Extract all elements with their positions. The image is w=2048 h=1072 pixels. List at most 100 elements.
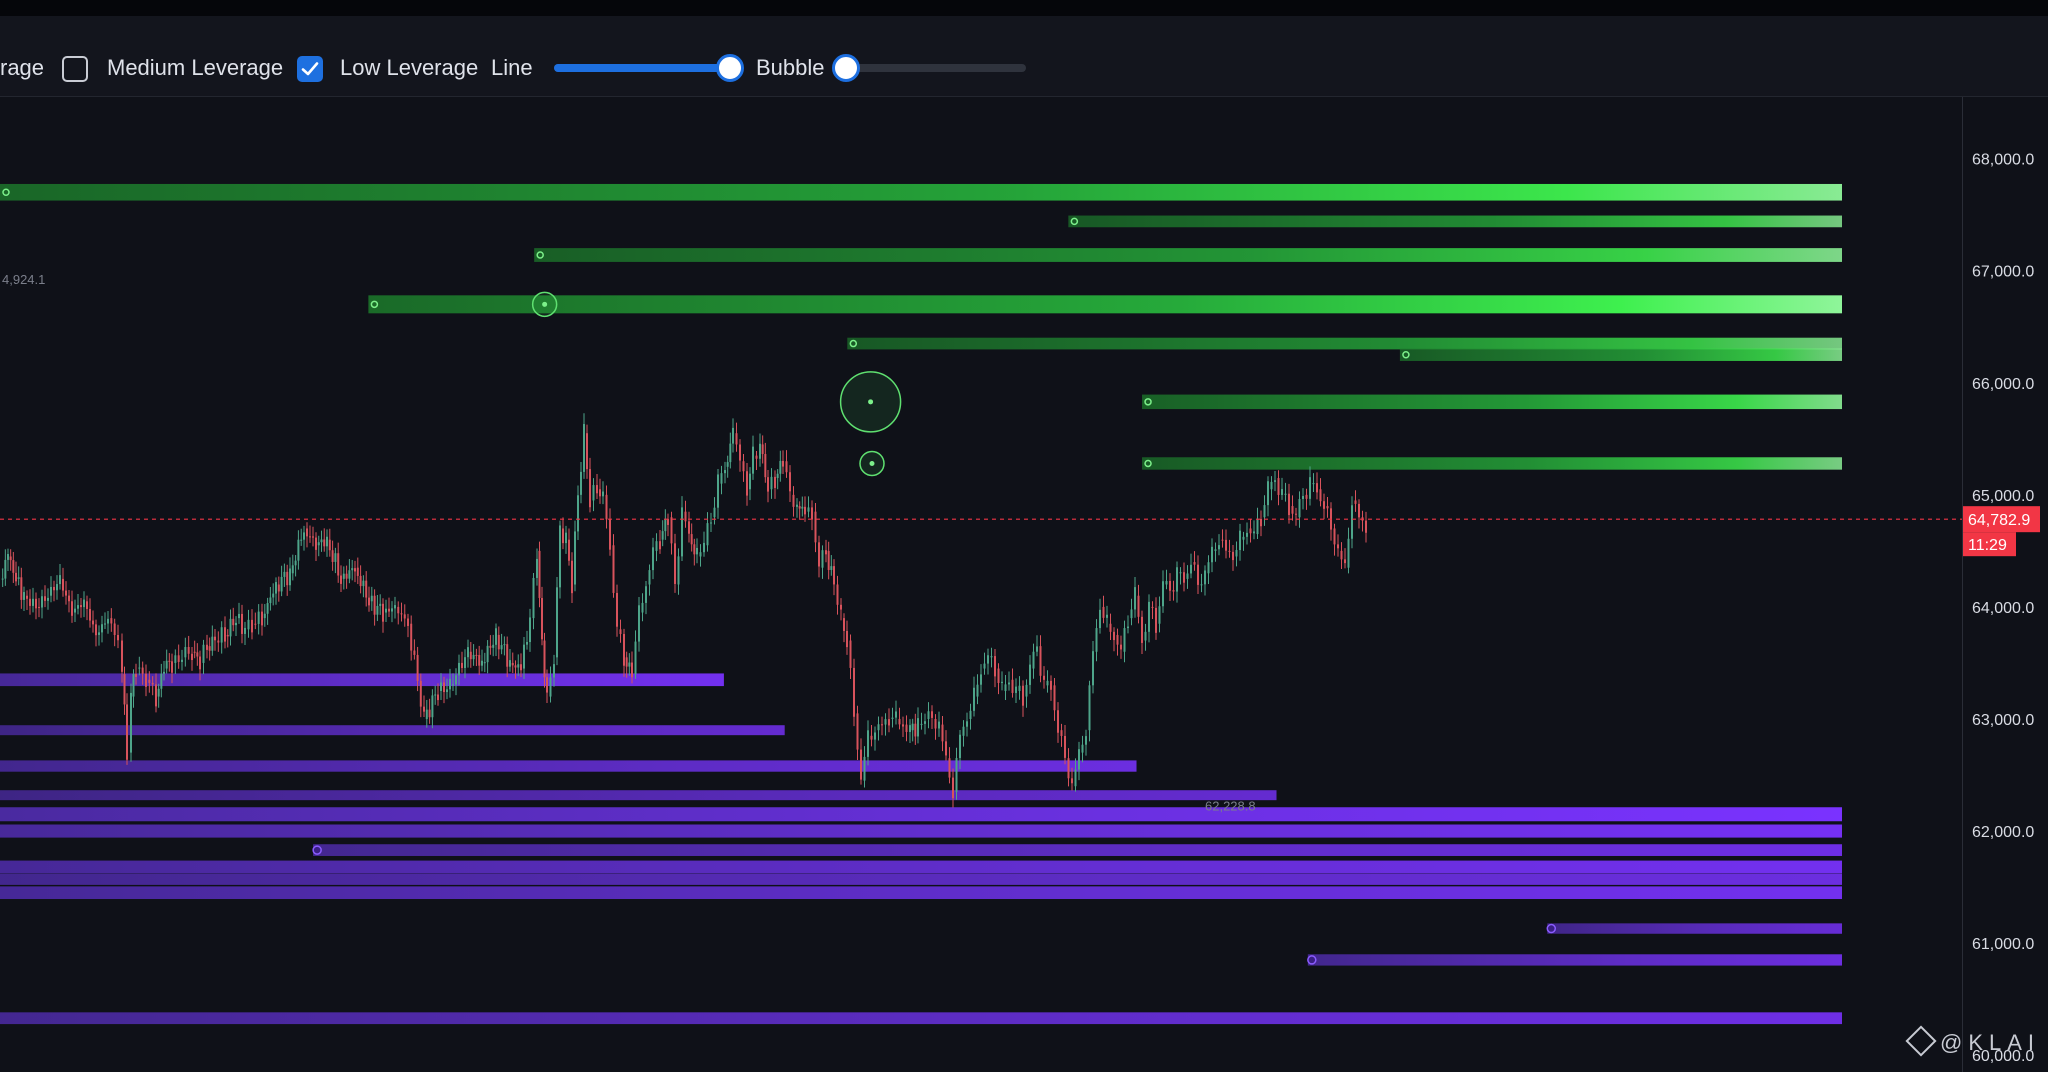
- candle-body: [117, 634, 119, 641]
- current-price-tag: 64,782.9 11:29: [1962, 506, 2040, 557]
- candle-body: [1235, 550, 1238, 557]
- long-level-bar: [1142, 457, 1842, 470]
- candle-body: [1120, 644, 1122, 650]
- candle-body: [481, 660, 483, 666]
- candle-body: [214, 636, 216, 641]
- candle-body: [592, 485, 595, 501]
- candle-body: [619, 629, 622, 635]
- price-axis-tick-label: 65,000.0: [1972, 488, 2034, 505]
- candle-body: [257, 611, 260, 624]
- candle-body: [546, 677, 548, 693]
- candle-body: [419, 680, 422, 707]
- candle-body: [370, 595, 373, 602]
- long-level-bar: [1399, 348, 1842, 361]
- candle-body: [1267, 481, 1269, 506]
- candle-body: [792, 494, 795, 507]
- candle-body: [376, 605, 379, 615]
- candle-body: [1309, 477, 1311, 499]
- candle-body: [74, 608, 76, 613]
- candle-body: [391, 608, 393, 612]
- current-price-value: 64,782.9: [1968, 512, 2030, 529]
- candle-body: [269, 597, 272, 604]
- low-leverage-checkbox[interactable]: [297, 56, 323, 82]
- candle-body: [789, 472, 791, 492]
- price-axis-tick-label: 66,000.0: [1972, 376, 2034, 393]
- candle-body: [720, 473, 723, 484]
- candle-body: [86, 601, 88, 609]
- candle-body: [495, 628, 497, 645]
- candle-body: [95, 624, 97, 636]
- candle-body: [1211, 546, 1213, 563]
- candle-body: [388, 608, 390, 612]
- candle-body: [589, 469, 591, 508]
- line-opacity-slider-handle[interactable]: [716, 54, 745, 82]
- candle-body: [71, 601, 73, 616]
- candle-body: [538, 550, 541, 598]
- candle-body: [1102, 606, 1105, 618]
- short-level-bar: [0, 673, 724, 687]
- candle-body: [677, 556, 680, 585]
- candle-body: [107, 618, 109, 624]
- candle-body: [655, 541, 658, 551]
- candle-body: [674, 543, 676, 584]
- candle-body: [1011, 679, 1014, 693]
- candle-body: [1183, 572, 1185, 583]
- candle-body: [1246, 532, 1248, 537]
- candle-body: [811, 507, 813, 520]
- bubble-size-label: Bubble: [756, 55, 825, 80]
- candle-body: [1074, 769, 1077, 787]
- line-opacity-slider[interactable]: [554, 54, 745, 82]
- candle-body: [1305, 494, 1308, 499]
- candle-body: [804, 506, 806, 515]
- candle-body: [68, 595, 70, 602]
- watermark-text: @KLAI: [1940, 1030, 2041, 1055]
- candle-body: [881, 724, 883, 726]
- candle-body: [599, 489, 601, 497]
- candle-body: [1298, 499, 1301, 518]
- candle-body: [1067, 758, 1070, 779]
- candle-body: [1106, 614, 1108, 618]
- candle-body: [241, 613, 243, 634]
- candle-body: [397, 606, 400, 614]
- candle-body: [523, 644, 525, 669]
- candle-body: [181, 659, 183, 662]
- medium-leverage-label[interactable]: Medium Leverage: [107, 56, 283, 80]
- candle-body: [145, 673, 147, 687]
- price-candles: [1, 413, 1367, 808]
- candle-body: [9, 556, 12, 561]
- price-axis[interactable]: 68,000.0 67,000.0 66,000.0 65,000.0 64,000.0…: [1972, 152, 2034, 1066]
- candle-body: [1270, 481, 1273, 490]
- high-leverage-label-partial[interactable]: rage: [0, 56, 44, 80]
- candle-body: [165, 660, 168, 669]
- medium-leverage-checkbox[interactable]: [62, 56, 88, 82]
- candle-body: [1186, 573, 1189, 579]
- candle-body: [449, 678, 451, 690]
- candle-body: [821, 550, 824, 568]
- candle-body: [486, 645, 489, 663]
- candle-body: [1092, 651, 1094, 686]
- long-level-bar: [368, 295, 1842, 314]
- candle-body: [1190, 564, 1192, 574]
- candle-body: [1144, 631, 1147, 641]
- candle-body: [126, 704, 128, 760]
- candle-body: [568, 539, 570, 561]
- low-leverage-label[interactable]: Low Leverage: [340, 56, 478, 80]
- candle-body: [266, 603, 269, 614]
- bubble-size-slider[interactable]: [832, 54, 1026, 82]
- candle-body: [962, 726, 965, 736]
- candle-body: [948, 758, 951, 778]
- candle-body: [667, 518, 669, 525]
- watermark: @KLAI: [1905, 1025, 2041, 1057]
- candle-body: [796, 504, 798, 507]
- candle-body: [724, 470, 726, 474]
- candle-body: [294, 560, 297, 566]
- candle-body: [1316, 483, 1318, 493]
- candle-body: [1018, 685, 1021, 691]
- short-level-bar: [0, 807, 1842, 822]
- bubble-size-slider-handle[interactable]: [832, 54, 860, 82]
- liquidation-heatmap-chart[interactable]: 4,924.1 62,228.8 68,000.0 67,000.0 66,000.0…: [0, 97, 2048, 1072]
- candle-body: [446, 689, 448, 693]
- candle-body: [317, 542, 320, 546]
- candle-body: [980, 674, 982, 685]
- candle-body: [774, 476, 776, 488]
